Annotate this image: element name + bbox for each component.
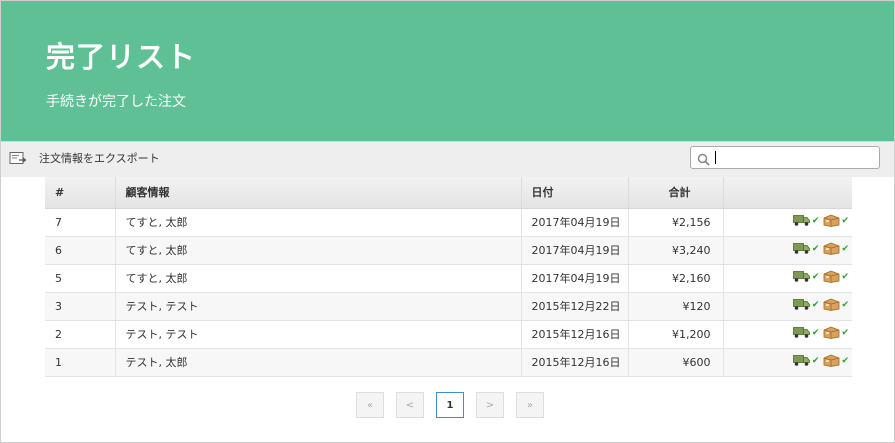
check-icon: ✔ [811, 243, 820, 254]
package-icon[interactable] [823, 298, 840, 311]
table-row[interactable]: 7 てすと, 太郎 2017年04月19日 ¥2,156 ✔ ✔ [45, 208, 852, 237]
search-icon [697, 151, 710, 170]
order-total: ¥600 [628, 348, 724, 377]
check-icon: ✔ [811, 215, 820, 226]
check-icon: ✔ [841, 215, 849, 226]
truck-icon[interactable] [793, 326, 811, 339]
table-row[interactable]: 6 てすと, 太郎 2017年04月19日 ¥3,240 ✔ ✔ [45, 236, 852, 265]
customer-name[interactable]: テスト, テスト [115, 320, 522, 349]
customer-name[interactable]: てすと, 太郎 [115, 264, 522, 293]
order-id: 7 [45, 208, 116, 237]
page-title: 完了リスト [46, 40, 197, 74]
order-total: ¥2,160 [628, 264, 724, 293]
pagination: « < 1 > » [356, 392, 544, 418]
check-icon: ✔ [841, 327, 849, 338]
check-icon: ✔ [811, 299, 820, 310]
export-icon [9, 151, 27, 165]
package-icon[interactable] [823, 270, 840, 283]
order-status: ✔ ✔ [723, 208, 852, 237]
next-page-button[interactable]: > [476, 392, 504, 418]
check-icon: ✔ [811, 327, 820, 338]
order-status: ✔ ✔ [723, 264, 852, 293]
search-box[interactable] [690, 146, 880, 169]
column-header-customer[interactable]: 顧客情報 [115, 177, 522, 209]
table-row[interactable]: 1 テスト, 太郎 2015年12月16日 ¥600 ✔ ✔ [45, 348, 852, 377]
package-icon[interactable] [823, 326, 840, 339]
first-page-button[interactable]: « [356, 392, 384, 418]
truck-icon[interactable] [793, 242, 811, 255]
toolbar: 注文情報をエクスポート [1, 141, 894, 177]
order-id: 5 [45, 264, 116, 293]
order-date: 2015年12月16日 [521, 348, 629, 377]
order-date: 2017年04月19日 [521, 264, 629, 293]
check-icon: ✔ [841, 355, 849, 366]
column-header-total[interactable]: 合計 [628, 177, 724, 209]
column-header-status [723, 177, 852, 209]
order-status: ✔ ✔ [723, 236, 852, 265]
check-icon: ✔ [841, 299, 849, 310]
customer-name[interactable]: てすと, 太郎 [115, 208, 522, 237]
order-id: 1 [45, 348, 116, 377]
order-status: ✔ ✔ [723, 320, 852, 349]
column-header-date[interactable]: 日付 [521, 177, 629, 209]
page-header: 完了リスト 手続きが完了した注文 [1, 1, 894, 141]
order-date: 2017年04月19日 [521, 236, 629, 265]
customer-name[interactable]: てすと, 太郎 [115, 236, 522, 265]
package-icon[interactable] [823, 242, 840, 255]
page-subtitle: 手続きが完了した注文 [46, 94, 186, 110]
column-header-id[interactable]: # [45, 177, 116, 209]
table-row[interactable]: 3 テスト, テスト 2015年12月22日 ¥120 ✔ ✔ [45, 292, 852, 321]
table-header-row: # 顧客情報 日付 合計 [45, 177, 852, 209]
order-date: 2017年04月19日 [521, 208, 629, 237]
order-date: 2015年12月22日 [521, 292, 629, 321]
order-total: ¥2,156 [628, 208, 724, 237]
order-id: 6 [45, 236, 116, 265]
order-id: 3 [45, 292, 116, 321]
check-icon: ✔ [811, 271, 820, 282]
text-cursor [715, 151, 716, 164]
table-row[interactable]: 2 テスト, テスト 2015年12月16日 ¥1,200 ✔ ✔ [45, 320, 852, 349]
truck-icon[interactable] [793, 298, 811, 311]
export-label: 注文情報をエクスポート [39, 152, 160, 165]
search-input[interactable] [713, 149, 873, 166]
order-status: ✔ ✔ [723, 348, 852, 377]
orders-table: # 顧客情報 日付 合計 7 てすと, 太郎 2017年04月19日 ¥2,156 ✔ ✔… [45, 177, 852, 377]
order-total: ¥1,200 [628, 320, 724, 349]
check-icon: ✔ [811, 355, 820, 366]
check-icon: ✔ [841, 271, 849, 282]
order-id: 2 [45, 320, 116, 349]
customer-name[interactable]: テスト, テスト [115, 292, 522, 321]
last-page-button[interactable]: » [516, 392, 544, 418]
export-button[interactable]: 注文情報をエクスポート [9, 149, 160, 167]
truck-icon[interactable] [793, 354, 811, 367]
check-icon: ✔ [841, 243, 849, 254]
current-page-button[interactable]: 1 [436, 392, 464, 418]
order-total: ¥3,240 [628, 236, 724, 265]
order-status: ✔ ✔ [723, 292, 852, 321]
package-icon[interactable] [823, 354, 840, 367]
table-row[interactable]: 5 てすと, 太郎 2017年04月19日 ¥2,160 ✔ ✔ [45, 264, 852, 293]
customer-name[interactable]: テスト, 太郎 [115, 348, 522, 377]
order-date: 2015年12月16日 [521, 320, 629, 349]
package-icon[interactable] [823, 214, 840, 227]
order-total: ¥120 [628, 292, 724, 321]
truck-icon[interactable] [793, 270, 811, 283]
prev-page-button[interactable]: < [396, 392, 424, 418]
truck-icon[interactable] [793, 214, 811, 227]
